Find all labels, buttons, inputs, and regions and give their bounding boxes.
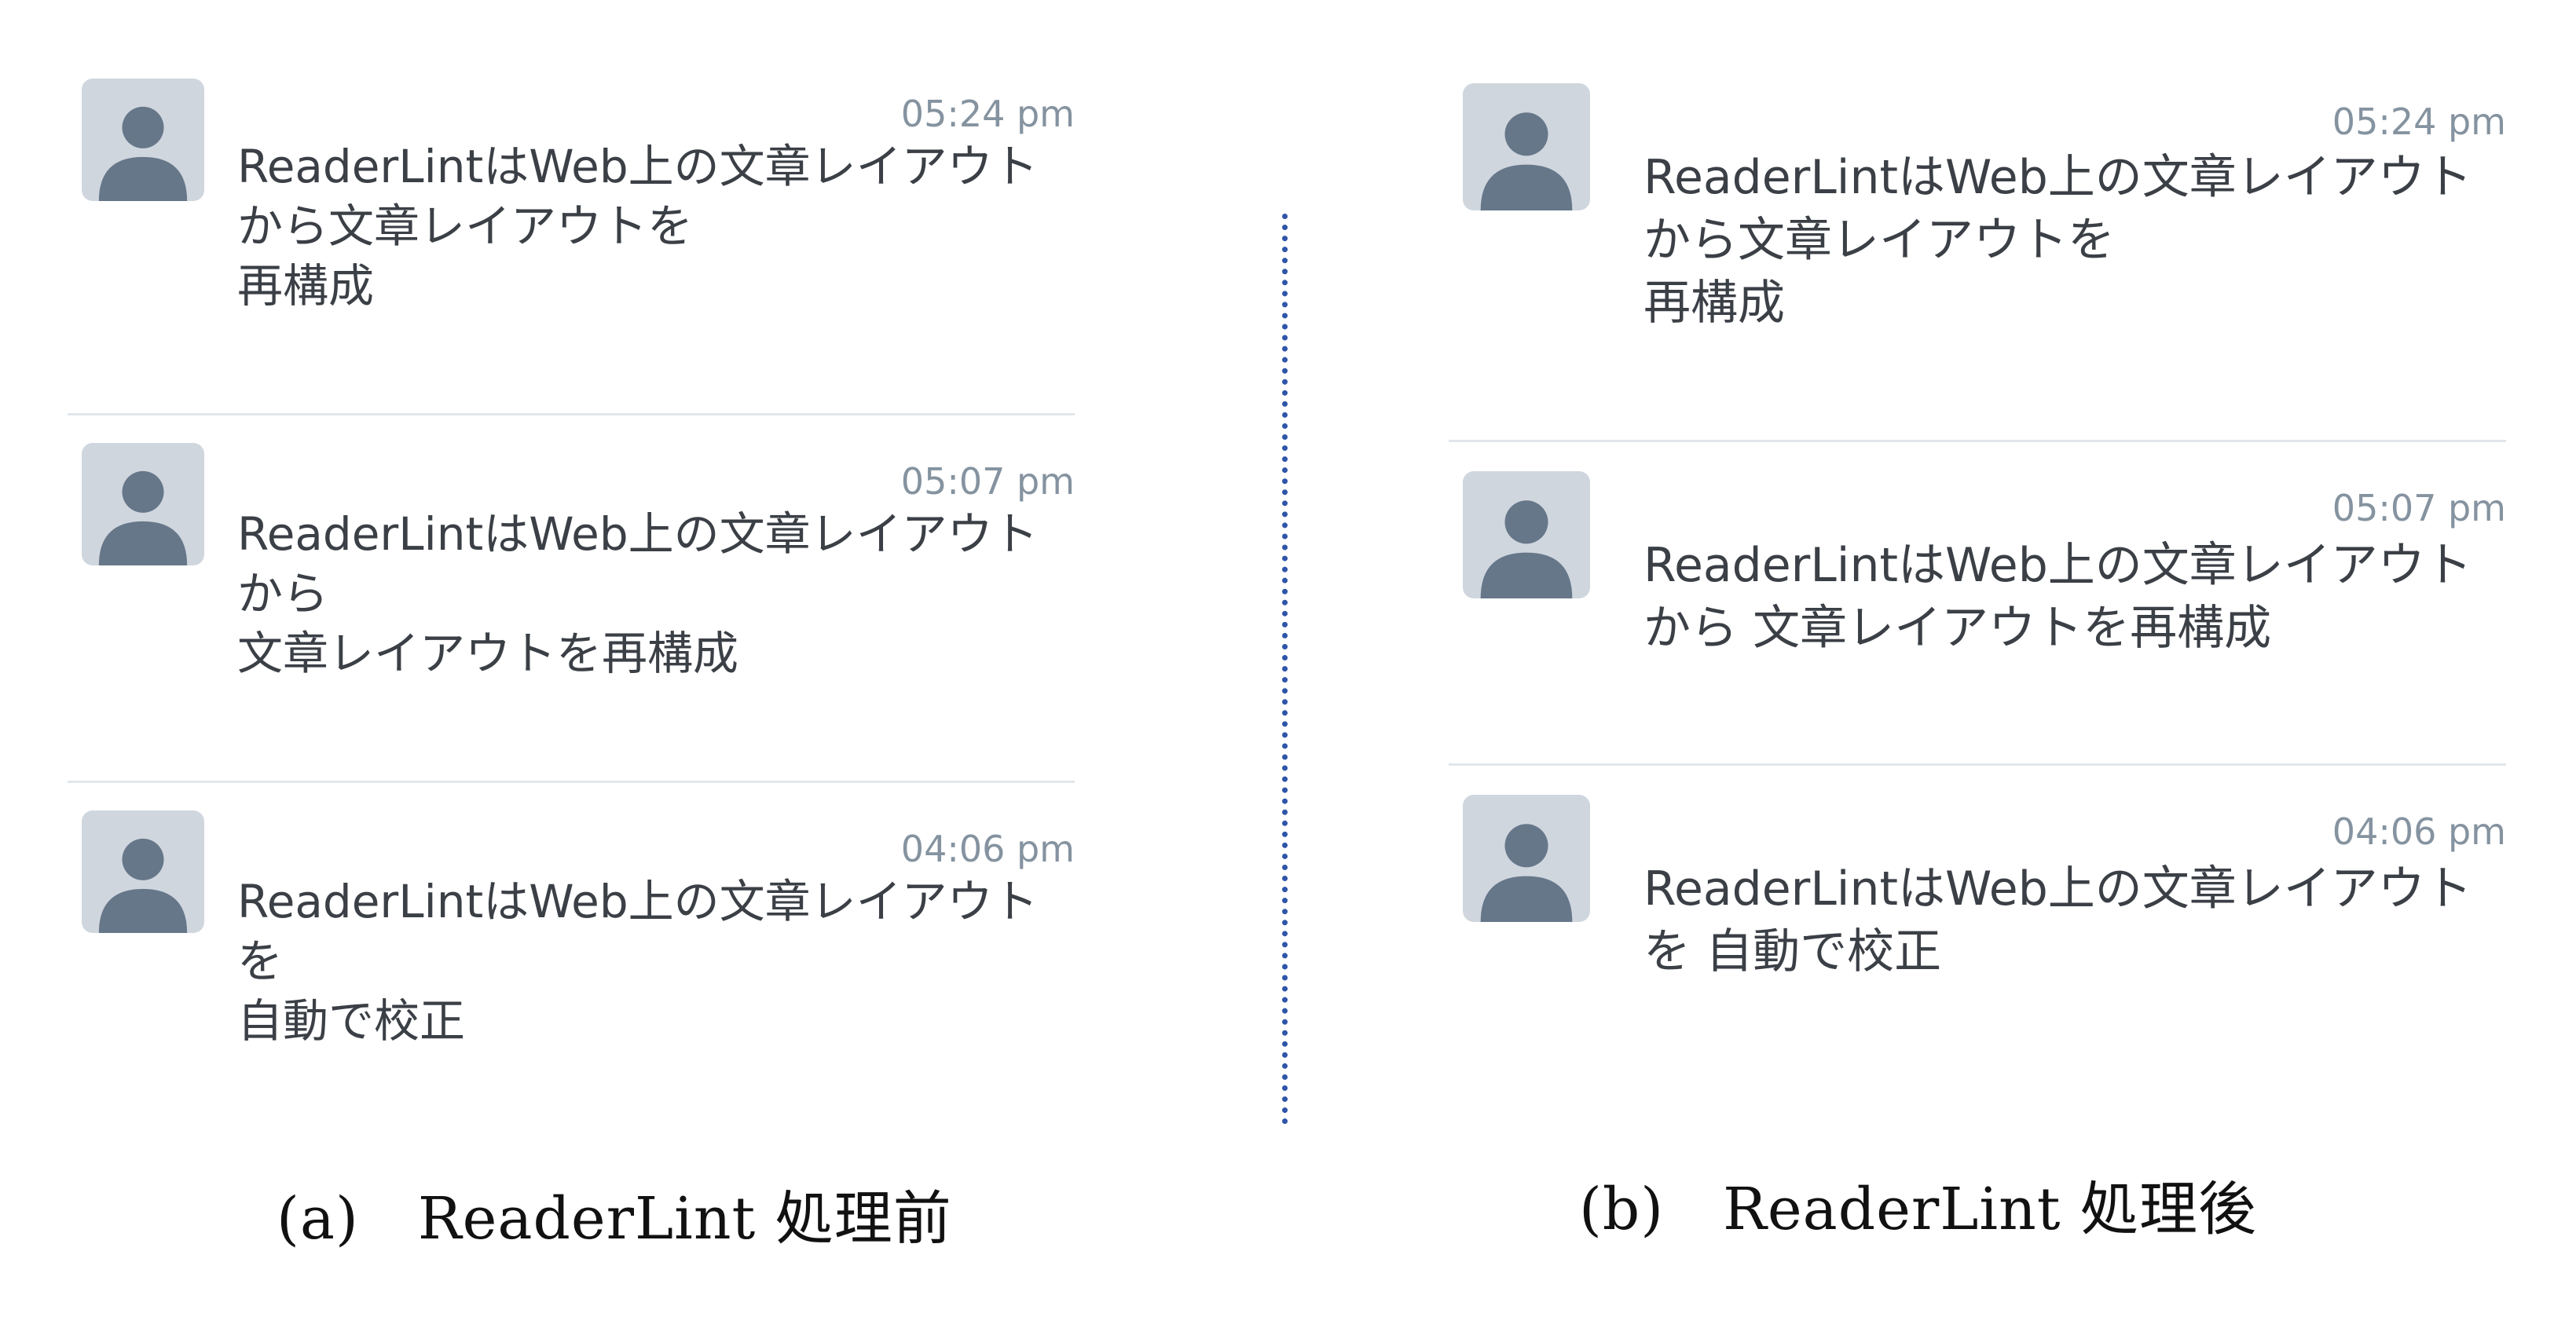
message-text: ReaderLintはWeb上の文章レイアウト から文章レイアウトを 再構成	[1643, 146, 2472, 335]
timestamp: 04:06 pm	[900, 828, 1075, 870]
message-line: ReaderLintはWeb上の文章レイアウト	[1643, 150, 2472, 205]
message-line: 再構成	[237, 259, 375, 313]
avatar-icon	[1463, 471, 1590, 598]
message-line: 自動で校正	[237, 994, 466, 1048]
message-text: ReaderLintはWeb上の文章レイアウト を 自動で校正	[237, 872, 1039, 1051]
timestamp: 05:24 pm	[900, 93, 1075, 135]
message-line: から文章レイアウトを	[237, 199, 694, 253]
message-line: ReaderLintはWeb上の文章レイアウト	[237, 507, 1039, 561]
divider	[1449, 763, 2506, 766]
list-item[interactable]: 05:07 pm ReaderLintはWeb上の文章レイアウト から 文章レイ…	[68, 443, 1075, 741]
message-line: ReaderLintはWeb上の文章レイアウト	[1643, 862, 2472, 916]
message-text: ReaderLintはWeb上の文章レイアウト から 文章レイアウトを再構成	[1643, 534, 2472, 660]
message-line: から 文章レイアウトを再構成	[1643, 601, 2272, 656]
list-item[interactable]: 05:24 pm ReaderLintはWeb上の文章レイアウト から文章レイア…	[1449, 82, 2506, 396]
message-line: ReaderLintはWeb上の文章レイアウト	[237, 140, 1039, 193]
list-item[interactable]: 05:07 pm ReaderLintはWeb上の文章レイアウト から 文章レイ…	[1449, 470, 2506, 737]
caption-before: (a) ReaderLint 処理前	[277, 1185, 952, 1253]
avatar-icon	[1463, 795, 1590, 922]
timestamp: 05:07 pm	[900, 460, 1075, 503]
message-line: ReaderLintはWeb上の文章レイアウト	[1643, 538, 2472, 593]
message-text: ReaderLintはWeb上の文章レイアウト から 文章レイアウトを再構成	[237, 504, 1039, 683]
avatar-icon	[82, 79, 204, 201]
avatar-icon	[82, 443, 204, 565]
message-line: ReaderLintはWeb上の文章レイアウト	[237, 875, 1039, 928]
avatar-icon	[82, 810, 204, 933]
message-line: から	[237, 567, 329, 620]
message-text: ReaderLintはWeb上の文章レイアウト を 自動で校正	[1643, 858, 2472, 983]
list-item[interactable]: 05:24 pm ReaderLintはWeb上の文章レイアウト から文章レイア…	[68, 74, 1075, 372]
message-line: 再構成	[1643, 276, 1785, 331]
timestamp: 05:07 pm	[2332, 487, 2506, 529]
list-item[interactable]: 04:06 pm ReaderLintはWeb上の文章レイアウト を 自動で校正	[68, 810, 1075, 1109]
avatar-icon	[1463, 83, 1590, 210]
divider	[1449, 440, 2506, 442]
divider	[68, 781, 1075, 783]
caption-after: (b) ReaderLint 処理後	[1579, 1176, 2258, 1243]
timestamp: 05:24 pm	[2332, 101, 2506, 143]
message-line: を 自動で校正	[1643, 924, 1942, 979]
timestamp: 04:06 pm	[2332, 810, 2506, 853]
message-line: 文章レイアウトを再構成	[237, 627, 739, 680]
list-item[interactable]: 04:06 pm ReaderLintはWeb上の文章レイアウト を 自動で校正	[1449, 793, 2506, 1060]
message-text: ReaderLintはWeb上の文章レイアウト から文章レイアウトを 再構成	[237, 137, 1039, 316]
divider	[68, 413, 1075, 415]
message-line: を	[237, 935, 284, 988]
panel-separator	[1282, 214, 1288, 1125]
message-line: から文章レイアウトを	[1643, 213, 2115, 268]
